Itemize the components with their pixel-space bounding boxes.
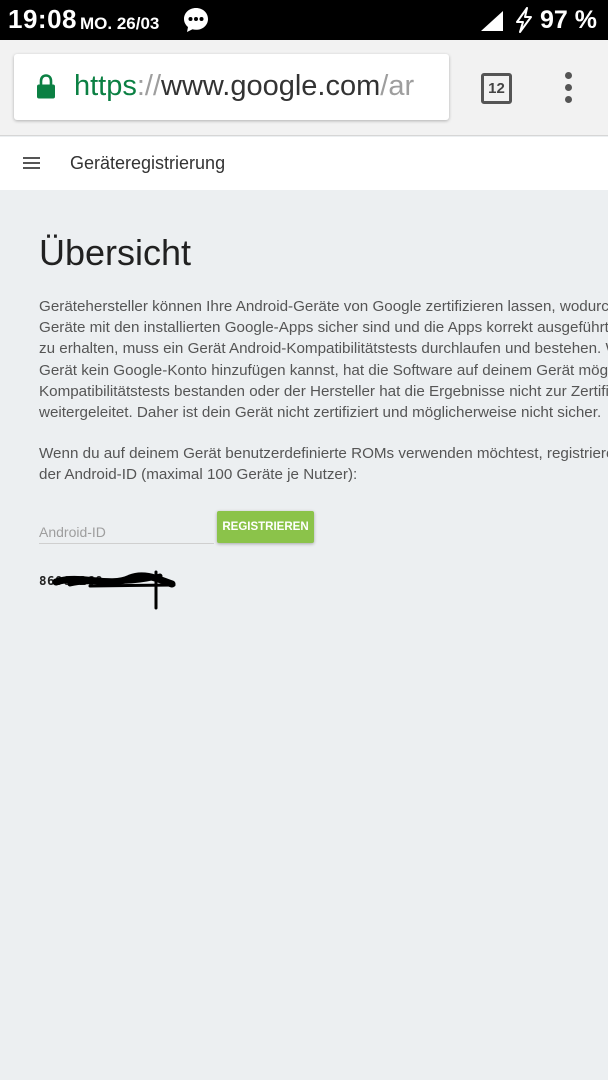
lock-icon — [37, 74, 55, 99]
url-bar[interactable]: https://www.google.com/ar — [14, 54, 449, 120]
tab-switcher-button[interactable]: 12 — [481, 73, 512, 104]
status-bar: 19:08 MO. 26/03 97 % — [0, 0, 608, 40]
paragraph-line: Gerät kein Google-Konto hinzufügen kanns… — [39, 361, 608, 379]
android-id-input[interactable] — [39, 520, 214, 543]
paragraph-line: zu erhalten, muss ein Gerät Android-Komp… — [39, 340, 608, 358]
paragraph-line: Geräte mit den installierten Google-Apps… — [39, 319, 608, 337]
hamburger-menu-icon[interactable] — [23, 157, 40, 169]
paragraph-line: Kompatibilitätstests bestanden oder der … — [39, 382, 608, 400]
browser-toolbar: https://www.google.com/ar 12 — [0, 40, 608, 136]
register-button[interactable]: REGISTRIEREN — [217, 511, 314, 543]
app-header: Geräteregistrierung — [0, 137, 608, 190]
overflow-menu-icon[interactable] — [560, 70, 578, 106]
paragraph-line: weitergeleitet. Daher ist dein Gerät nic… — [39, 404, 602, 422]
intro-paragraph: Gerätehersteller können Ihre Android-Ger… — [39, 296, 608, 423]
url-path: /ar — [380, 70, 415, 102]
url-host: www.google.com — [161, 70, 381, 102]
status-date: MO. 26/03 — [80, 14, 160, 33]
paragraph-line: Gerätehersteller können Ihre Android-Ger… — [39, 298, 608, 315]
url-scheme: https — [74, 70, 137, 102]
paragraph-line: der Android-ID (maximal 100 Geräte je Nu… — [39, 466, 358, 484]
battery-level: 97 % — [540, 6, 597, 34]
url-separator: :// — [136, 70, 162, 102]
paragraph-line: Wenn du auf deinem Gerät benutzerdefinie… — [39, 445, 608, 462]
redaction-scribble — [52, 570, 176, 610]
android-id-field — [39, 520, 214, 544]
message-icon — [184, 8, 208, 32]
status-time: 19:08 — [8, 4, 77, 34]
instruction-paragraph: Wenn du auf deinem Gerät benutzerdefinie… — [39, 443, 608, 485]
charging-icon — [516, 7, 532, 33]
app-title: Geräteregistrierung — [70, 153, 226, 173]
signal-icon — [481, 11, 503, 31]
url-text[interactable]: https://www.google.com/ar — [74, 70, 414, 103]
page-title: Übersicht — [39, 232, 192, 273]
